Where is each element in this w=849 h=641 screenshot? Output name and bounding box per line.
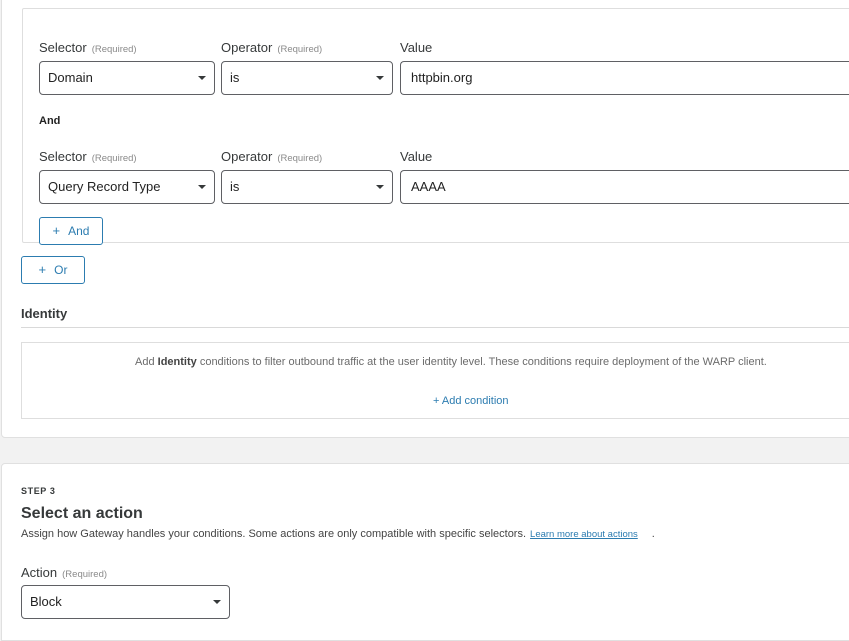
add-or-button[interactable]: + Or <box>21 256 85 284</box>
step-description: Assign how Gateway handles your conditio… <box>21 528 655 540</box>
operator-dropdown-2[interactable]: is <box>221 170 393 204</box>
identity-divider <box>21 327 849 328</box>
operator-label-2: Operator (Required) <box>221 149 323 164</box>
selector-dropdown-value: Query Record Type <box>48 179 161 194</box>
add-or-label: Or <box>54 263 68 277</box>
operator-dropdown-value: is <box>230 70 240 85</box>
step-title: Select an action <box>21 505 143 522</box>
add-and-label: And <box>68 224 90 238</box>
caret-down-icon <box>198 76 206 80</box>
condition-group: Selector (Required) Operator (Required) Va… <box>22 8 849 245</box>
action-dropdown-value: Block <box>30 594 62 609</box>
identity-empty-state: Add Identity conditions to filter outbou… <box>21 342 849 419</box>
plus-icon: + <box>52 223 61 238</box>
value-input-2[interactable]: AAAA <box>400 170 849 204</box>
selector-dropdown-2[interactable]: Query Record Type <box>39 170 215 204</box>
caret-down-icon <box>198 185 206 189</box>
action-label: Action (Required) <box>21 565 108 580</box>
traffic-conditions-card: Selector (Required) Operator (Required) Va… <box>1 0 849 438</box>
selector-dropdown-value: Domain <box>48 70 93 85</box>
and-separator: And <box>39 115 61 127</box>
step-label: STEP 3 <box>21 486 56 496</box>
operator-label-1: Operator (Required) <box>221 40 323 55</box>
add-and-button[interactable]: + And <box>39 217 103 245</box>
caret-down-icon <box>376 76 384 80</box>
selector-label-1: Selector (Required) <box>39 40 137 55</box>
selector-dropdown-1[interactable]: Domain <box>39 61 215 95</box>
plus-icon: + <box>38 262 47 277</box>
caret-down-icon <box>376 185 384 189</box>
value-label-1: Value <box>400 40 433 55</box>
operator-dropdown-1[interactable]: is <box>221 61 393 95</box>
identity-description: Add Identity conditions to filter outbou… <box>135 356 767 368</box>
add-condition-link[interactable]: + Add condition <box>433 395 509 407</box>
selector-label-2: Selector (Required) <box>39 149 137 164</box>
operator-dropdown-value: is <box>230 179 240 194</box>
value-label-2: Value <box>400 149 433 164</box>
action-dropdown[interactable]: Block <box>21 585 230 619</box>
learn-more-link[interactable]: Learn more about actions <box>530 529 638 540</box>
caret-down-icon <box>213 600 221 604</box>
value-input-1[interactable]: httpbin.org <box>400 61 849 95</box>
identity-title: Identity <box>21 306 68 321</box>
step3-card: STEP 3 Select an action Assign how Gatew… <box>1 463 849 641</box>
